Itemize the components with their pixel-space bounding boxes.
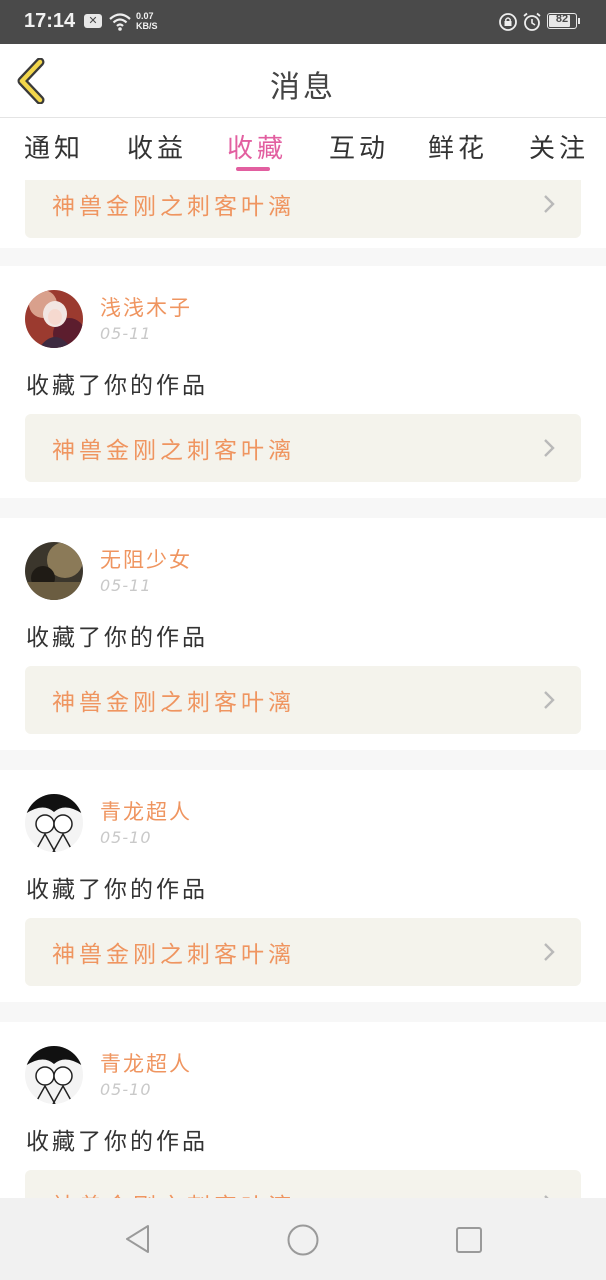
list-item: 青龙超人 05-10 收藏了你的作品 神兽金刚之刺客叶漓	[0, 1022, 606, 1198]
network-speed: 0.07 KB/S	[136, 11, 158, 31]
back-triangle-icon[interactable]	[124, 1224, 152, 1254]
status-time: 17:14	[24, 10, 76, 32]
system-nav-bar	[0, 1198, 606, 1280]
username[interactable]: 青龙超人	[100, 1048, 192, 1078]
username[interactable]: 无阻少女	[100, 544, 192, 574]
page-title: 消息	[270, 70, 336, 105]
date: 05-11	[100, 324, 152, 343]
action-text: 收藏了你的作品	[26, 877, 208, 903]
chevron-right-icon	[544, 691, 555, 709]
work-link[interactable]: 神兽金刚之刺客叶漓	[25, 1170, 581, 1198]
tab-notifications[interactable]: 通知	[24, 128, 84, 165]
recents-square-icon[interactable]	[455, 1226, 483, 1254]
speed-unit: KB/S	[136, 21, 158, 31]
alarm-icon	[522, 12, 542, 36]
work-title: 神兽金刚之刺客叶漓	[52, 690, 295, 716]
date: 05-10	[100, 828, 152, 847]
action-text: 收藏了你的作品	[26, 1129, 208, 1155]
list-item: 神兽金刚之刺客叶漓	[0, 180, 606, 248]
chevron-right-icon	[544, 195, 555, 213]
work-title: 神兽金刚之刺客叶漓	[52, 194, 295, 220]
tab-earnings[interactable]: 收益	[127, 128, 187, 165]
work-title: 神兽金刚之刺客叶漓	[52, 1187, 295, 1198]
battery-icon: 82	[547, 13, 580, 29]
wifi-icon	[108, 12, 132, 36]
avatar[interactable]	[25, 542, 83, 600]
avatar[interactable]	[25, 290, 83, 348]
username[interactable]: 青龙超人	[100, 796, 192, 826]
chevron-right-icon	[544, 439, 555, 457]
favorites-list[interactable]: 神兽金刚之刺客叶漓 浅浅木子 05-11 收藏了你的作品 神兽金刚之刺客叶漓 无…	[0, 180, 606, 1198]
work-link[interactable]: 神兽金刚之刺客叶漓	[25, 918, 581, 986]
active-tab-indicator	[236, 167, 270, 171]
action-text: 收藏了你的作品	[26, 373, 208, 399]
tab-follows[interactable]: 关注	[529, 128, 589, 165]
tab-interactions[interactable]: 互动	[329, 128, 389, 165]
action-text: 收藏了你的作品	[26, 625, 208, 651]
date: 05-10	[100, 1080, 152, 1099]
work-title: 神兽金刚之刺客叶漓	[52, 438, 295, 464]
date: 05-11	[100, 576, 152, 595]
work-link[interactable]: 神兽金刚之刺客叶漓	[25, 180, 581, 238]
avatar[interactable]	[25, 1046, 83, 1104]
work-title: 神兽金刚之刺客叶漓	[52, 942, 295, 968]
list-item: 浅浅木子 05-11 收藏了你的作品 神兽金刚之刺客叶漓	[0, 266, 606, 498]
list-item: 无阻少女 05-11 收藏了你的作品 神兽金刚之刺客叶漓	[0, 518, 606, 750]
chevron-right-icon	[544, 943, 555, 961]
top-app-bar: 消息	[0, 44, 606, 118]
tab-favorites[interactable]: 收藏	[227, 128, 287, 165]
battery-level: 82	[555, 13, 569, 25]
status-bar: 17:14 ✕ 0.07 KB/S 82	[0, 0, 606, 44]
tab-bar: 通知 收益 收藏 互动 鲜花 关注	[0, 118, 606, 180]
list-item: 青龙超人 05-10 收藏了你的作品 神兽金刚之刺客叶漓	[0, 770, 606, 1002]
notification-x-icon: ✕	[84, 14, 102, 28]
speed-value: 0.07	[136, 11, 154, 21]
work-link[interactable]: 神兽金刚之刺客叶漓	[25, 414, 581, 482]
rotation-lock-icon	[498, 12, 518, 36]
username[interactable]: 浅浅木子	[100, 292, 192, 322]
tab-flowers[interactable]: 鲜花	[428, 128, 488, 165]
work-link[interactable]: 神兽金刚之刺客叶漓	[25, 666, 581, 734]
avatar[interactable]	[25, 794, 83, 852]
home-circle-icon[interactable]	[286, 1223, 320, 1257]
